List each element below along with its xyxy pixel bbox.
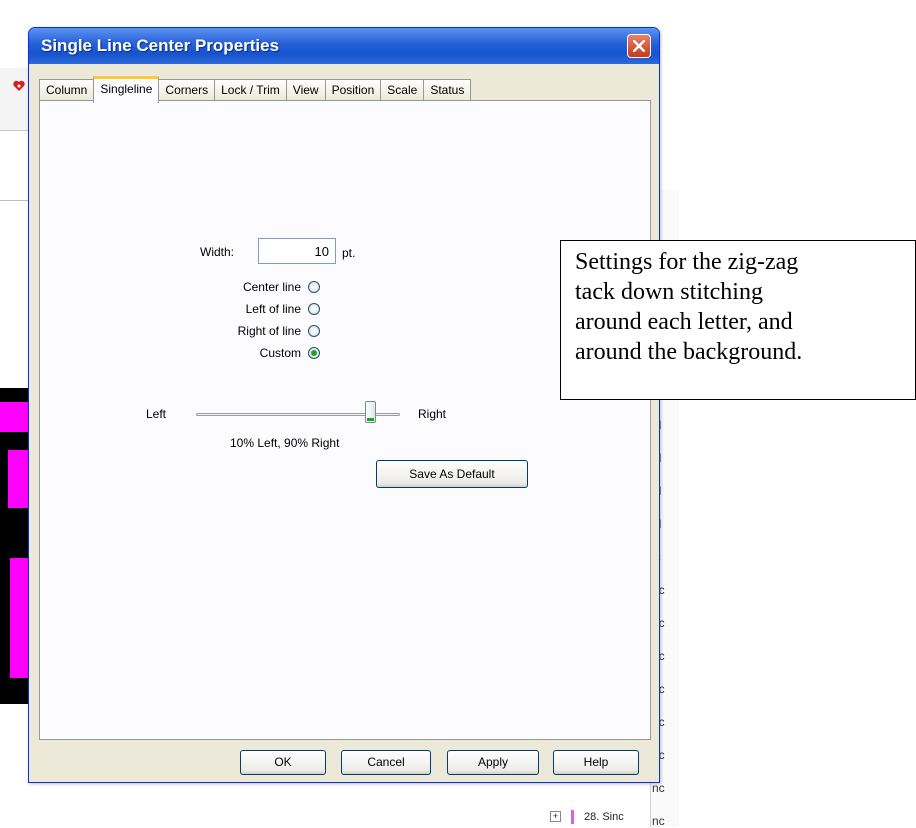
tab-lock-trim[interactable]: Lock / Trim xyxy=(214,79,287,100)
help-button[interactable]: Help xyxy=(553,750,639,775)
properties-dialog: Single Line Center Properties Column Sin… xyxy=(28,27,660,783)
tab-corners[interactable]: Corners xyxy=(158,79,216,100)
radio-right-of-line[interactable] xyxy=(308,325,320,337)
radio-center-line[interactable] xyxy=(308,281,320,293)
dialog-title-bar[interactable]: Single Line Center Properties xyxy=(29,28,659,64)
singleline-tab-panel: Width: pt. Center line Left of line Righ… xyxy=(39,100,651,740)
radio-label-center-line: Center line xyxy=(242,280,301,294)
tab-status[interactable]: Status xyxy=(423,79,472,100)
close-icon xyxy=(633,40,645,52)
apply-button[interactable]: Apply xyxy=(447,750,539,775)
width-unit: pt. xyxy=(342,246,356,260)
radio-left-of-line[interactable] xyxy=(308,303,320,315)
annotation-line: Settings for the zig-zag xyxy=(575,249,799,275)
slider-right-label: Right xyxy=(418,407,447,421)
radio-label-custom: Custom xyxy=(259,346,301,360)
cancel-button[interactable]: Cancel xyxy=(341,750,431,775)
ok-button[interactable]: OK xyxy=(240,750,326,775)
object-color-icon xyxy=(571,809,574,824)
tab-view[interactable]: View xyxy=(285,79,326,100)
heart-icon xyxy=(13,80,25,91)
radio-label-right-of-line: Right of line xyxy=(237,324,301,338)
tab-scale[interactable]: Scale xyxy=(380,79,425,100)
annotation-callout: Settings for the zig-zag tack down stitc… xyxy=(560,240,916,400)
width-input[interactable] xyxy=(258,238,336,264)
object-list-item[interactable]: nc xyxy=(652,814,666,828)
slider-left-label: Left xyxy=(146,407,167,421)
tab-position[interactable]: Position xyxy=(324,79,382,100)
radio-custom[interactable] xyxy=(308,347,320,359)
radio-label-left-of-line: Left of line xyxy=(245,302,301,316)
close-button[interactable] xyxy=(627,34,651,58)
object-tree-label: 28. Sinc xyxy=(584,810,624,823)
annotation-line: around each letter, and xyxy=(575,309,793,335)
offset-slider-thumb[interactable] xyxy=(365,401,376,423)
width-label: Width: xyxy=(200,245,235,259)
object-list-item[interactable]: nc xyxy=(652,781,666,795)
tab-singleline[interactable]: Singleline xyxy=(93,76,160,103)
annotation-line: around the background. xyxy=(575,339,803,365)
annotation-line: tack down stitching xyxy=(575,279,763,305)
dialog-title: Single Line Center Properties xyxy=(41,36,280,55)
save-as-default-button[interactable]: Save As Default xyxy=(376,460,528,488)
object-tree-row[interactable]: + 28. Sinc xyxy=(550,806,624,827)
tab-column[interactable]: Column xyxy=(39,79,95,100)
slider-caption: 10% Left, 90% Right xyxy=(230,436,340,450)
expand-icon[interactable]: + xyxy=(550,811,561,822)
tab-bar: Column Singleline Corners Lock / Trim Vi… xyxy=(39,76,472,103)
